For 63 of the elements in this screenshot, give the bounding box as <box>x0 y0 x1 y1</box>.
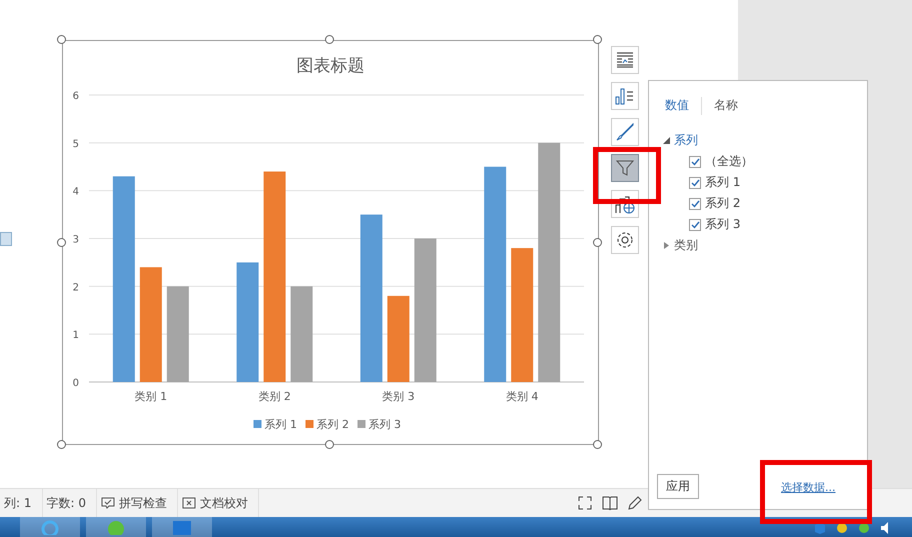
chart-tool-button[interactable] <box>611 226 639 254</box>
status-text: 列: 1 <box>4 494 32 512</box>
y-tick-label: 6 <box>72 91 79 102</box>
fullscreen-icon[interactable] <box>578 496 592 510</box>
collapse-icon[interactable] <box>663 137 670 144</box>
checkbox-label: 系列 3 <box>705 216 740 233</box>
chart-globe-icon <box>615 194 635 214</box>
resize-handle[interactable] <box>57 35 66 44</box>
category-label: 类别 1 <box>134 390 168 403</box>
chart-tool-button[interactable] <box>611 82 639 110</box>
resize-handle[interactable] <box>593 35 602 44</box>
legend-swatch <box>358 420 366 428</box>
y-tick-label: 1 <box>72 330 79 342</box>
resize-handle[interactable] <box>325 35 334 44</box>
y-tick-label: 4 <box>72 186 79 198</box>
resize-handle[interactable] <box>57 238 66 247</box>
status-text[interactable]: 文档校对 <box>200 494 248 512</box>
checkbox[interactable] <box>689 218 701 230</box>
category-label: 类别 3 <box>382 390 415 403</box>
chart-frame[interactable]: 图表标题 0 1 2 3 4 5 6 类别 1 类别 2 类别 3 类别 4 系列 1 系列 2 系列 3 <box>62 40 599 445</box>
checkbox[interactable] <box>689 156 701 168</box>
highlight-frame <box>593 147 661 204</box>
checkbox-label: 系列 1 <box>705 174 740 191</box>
checkbox[interactable] <box>689 198 701 210</box>
resize-handle[interactable] <box>57 440 66 449</box>
status-text[interactable]: 拼写检查 <box>119 494 167 512</box>
pencil-icon[interactable] <box>628 496 642 510</box>
text-lines-icon <box>616 52 634 68</box>
chart-tool-button[interactable] <box>611 46 639 74</box>
panel-tab[interactable]: 名称 <box>712 95 744 116</box>
settings-icon <box>616 231 634 249</box>
checkbox[interactable] <box>689 176 701 188</box>
chart-tool-button[interactable] <box>611 118 639 146</box>
checkbox-label: 系列 2 <box>705 195 740 212</box>
filter-icon <box>616 159 634 177</box>
legend-label: 系列 3 <box>368 418 401 431</box>
bar-list-icon <box>615 87 635 105</box>
legend-label: 系列 2 <box>316 418 349 431</box>
apply-button[interactable]: 应用 <box>657 474 699 499</box>
category-label: 类别 4 <box>506 390 538 403</box>
status-text: 字数: 0 <box>46 494 86 512</box>
tree-group-label[interactable]: 类别 <box>674 237 698 254</box>
resize-handle[interactable] <box>593 440 602 449</box>
legend-swatch <box>306 420 314 428</box>
document-x-icon <box>182 497 196 509</box>
tree-group-label[interactable]: 系列 <box>674 132 698 149</box>
chart-title: 图表标题 <box>296 56 364 76</box>
brush-icon <box>616 123 634 141</box>
panel-tab[interactable]: 数值 <box>663 95 695 116</box>
book-icon[interactable] <box>602 496 618 510</box>
category-label: 类别 2 <box>258 390 291 403</box>
select-data-link[interactable]: 选择数据... <box>781 480 836 495</box>
y-tick-label: 2 <box>72 282 79 294</box>
resize-handle[interactable] <box>593 238 602 247</box>
check-box-icon <box>101 497 115 509</box>
legend-swatch <box>254 420 262 428</box>
legend-label: 系列 1 <box>264 418 297 431</box>
resize-handle[interactable] <box>325 440 334 449</box>
expand-icon[interactable] <box>663 242 670 249</box>
checkbox-label: （全选） <box>705 153 753 170</box>
y-tick-label: 0 <box>72 378 79 389</box>
y-tick-label: 5 <box>72 138 79 150</box>
y-tick-label: 3 <box>72 234 79 246</box>
